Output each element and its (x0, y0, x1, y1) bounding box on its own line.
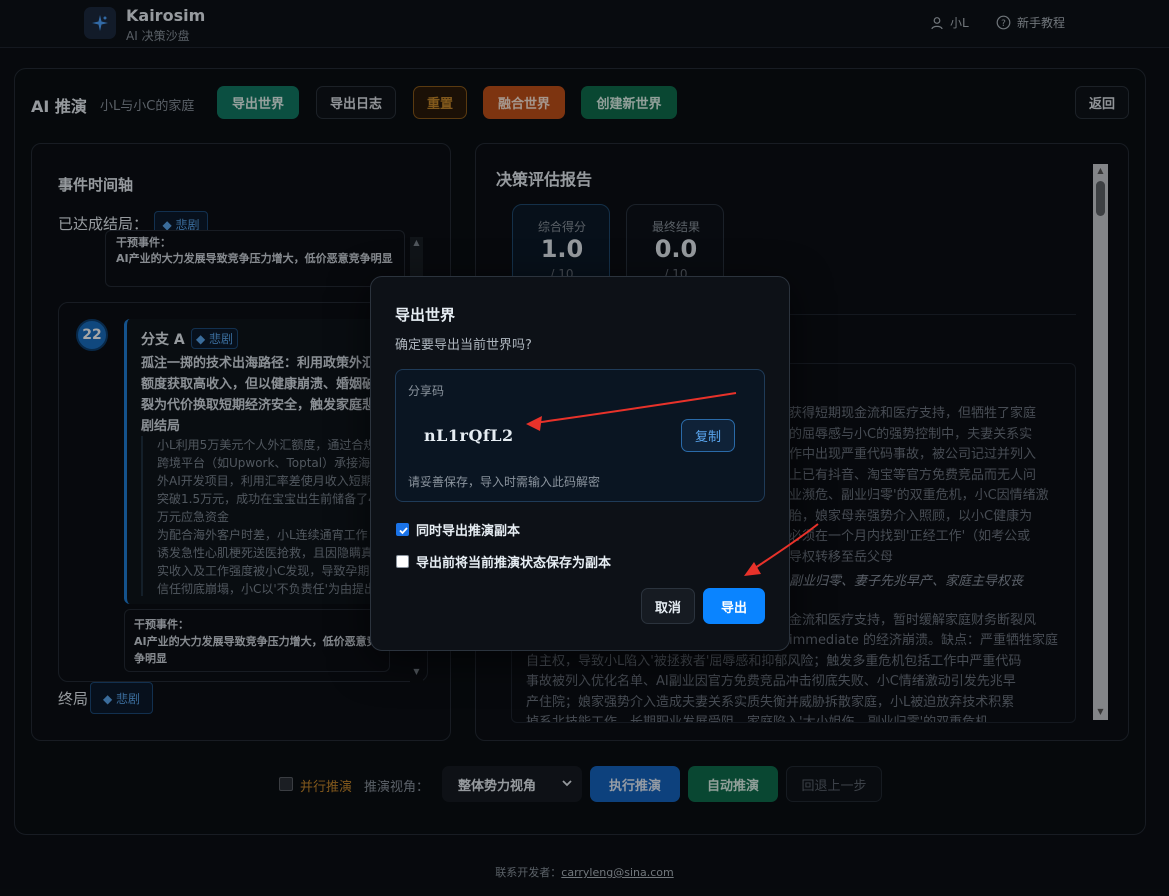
cancel-button[interactable]: 取消 (641, 588, 695, 624)
export-copies-label[interactable]: 同时导出推演副本 (416, 520, 520, 539)
dialog-subtitle: 确定要导出当前世界吗? (395, 338, 532, 353)
share-code-label: 分享码 (408, 384, 445, 398)
save-state-checkbox[interactable] (396, 555, 409, 568)
share-code[interactable]: nL1rQfL2 (424, 426, 514, 445)
save-state-label[interactable]: 导出前将当前推演状态保存为副本 (416, 552, 611, 571)
dialog-title: 导出世界 (395, 306, 456, 324)
confirm-export-button[interactable]: 导出 (703, 588, 765, 624)
export-copies-checkbox[interactable] (396, 523, 409, 536)
check-icon (399, 527, 408, 535)
share-code-note: 请妥善保存，导入时需输入此码解密 (408, 475, 601, 489)
copy-button[interactable]: 复制 (681, 419, 735, 452)
